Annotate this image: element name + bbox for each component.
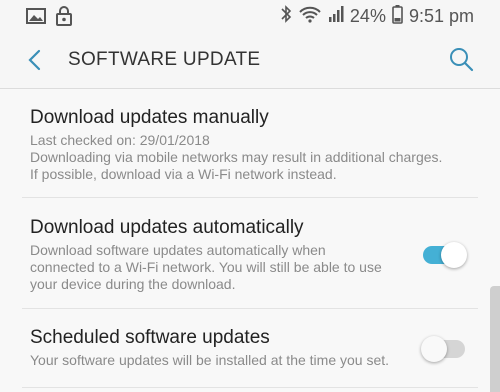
battery-percent: 24% xyxy=(349,6,386,26)
list-divider xyxy=(22,387,478,388)
app-bar: SOFTWARE UPDATE xyxy=(0,32,500,88)
search-button[interactable] xyxy=(446,44,476,74)
lock-icon xyxy=(56,6,72,31)
scroll-edge-indicator xyxy=(490,286,500,392)
setting-description-line: Your software updates will be installed … xyxy=(30,352,390,368)
toggle-knob xyxy=(441,242,467,268)
status-bar-right: 24% 9:51 pm xyxy=(280,4,474,29)
signal-icon xyxy=(328,5,344,28)
bluetooth-icon xyxy=(280,4,292,29)
setting-download-automatically[interactable]: Download updates automatically Download … xyxy=(0,198,500,308)
setting-download-manually[interactable]: Download updates manually Last checked o… xyxy=(0,89,500,197)
setting-description-line: connected to a Wi-Fi network. You will s… xyxy=(30,259,382,275)
search-icon xyxy=(450,48,474,72)
setting-description-line: If possible, download via a Wi-Fi networ… xyxy=(30,166,337,182)
page-title: SOFTWARE UPDATE xyxy=(68,49,261,70)
battery-icon xyxy=(392,4,403,29)
auto-download-toggle[interactable] xyxy=(421,242,467,268)
settings-list: Download updates manually Last checked o… xyxy=(0,89,500,392)
setting-description-line: Download software updates automatically … xyxy=(30,242,326,258)
last-checked-text: Last checked on: 29/01/2018 xyxy=(30,132,210,148)
status-bar: 24% 9:51 pm xyxy=(0,0,500,32)
wifi-icon xyxy=(298,4,322,29)
status-time: 9:51 pm xyxy=(408,6,474,26)
setting-description-line: Downloading via mobile networks may resu… xyxy=(30,149,443,165)
status-bar-left xyxy=(26,6,72,31)
toggle-knob xyxy=(421,336,447,362)
setting-description-line: your device during the download. xyxy=(30,276,236,292)
back-arrow-icon xyxy=(28,49,41,71)
setting-title: Download updates manually xyxy=(30,107,269,128)
image-icon xyxy=(26,7,46,30)
setting-scheduled-updates[interactable]: Scheduled software updates Your software… xyxy=(0,309,500,392)
setting-title: Scheduled software updates xyxy=(30,327,270,348)
back-button[interactable] xyxy=(22,46,48,74)
scheduled-updates-toggle[interactable] xyxy=(421,336,467,362)
setting-title: Download updates automatically xyxy=(30,217,304,238)
